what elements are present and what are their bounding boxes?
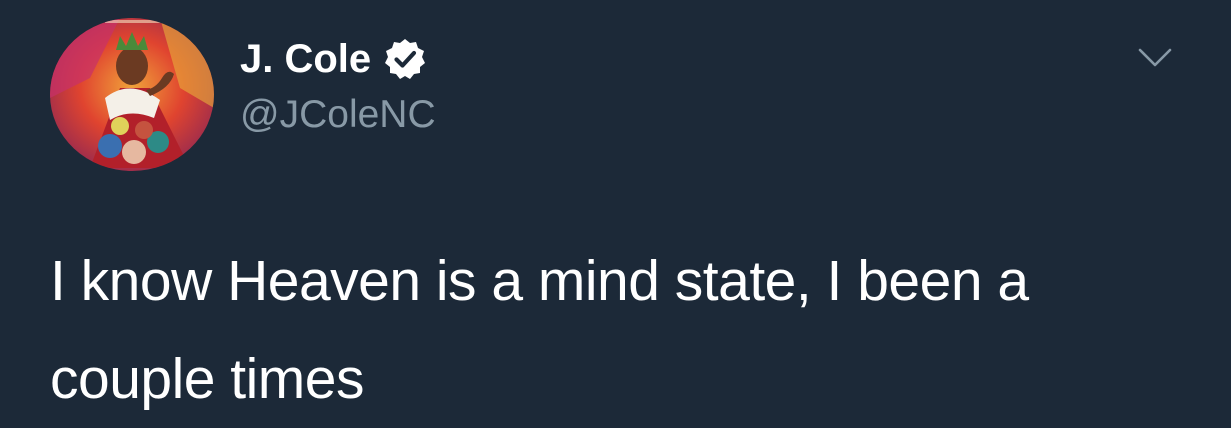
- avatar[interactable]: [50, 18, 214, 171]
- tweet-card: J. Cole @JColeNC I know Heaven is a mind…: [0, 0, 1231, 411]
- tweet-text: I know Heaven is a mind state, I been a …: [50, 249, 1029, 411]
- verified-badge-icon: [383, 37, 427, 81]
- author-row: J. Cole: [240, 36, 427, 82]
- user-handle[interactable]: @JColeNC: [240, 92, 436, 138]
- chevron-down-icon[interactable]: [1137, 46, 1173, 70]
- display-name[interactable]: J. Cole: [240, 36, 371, 82]
